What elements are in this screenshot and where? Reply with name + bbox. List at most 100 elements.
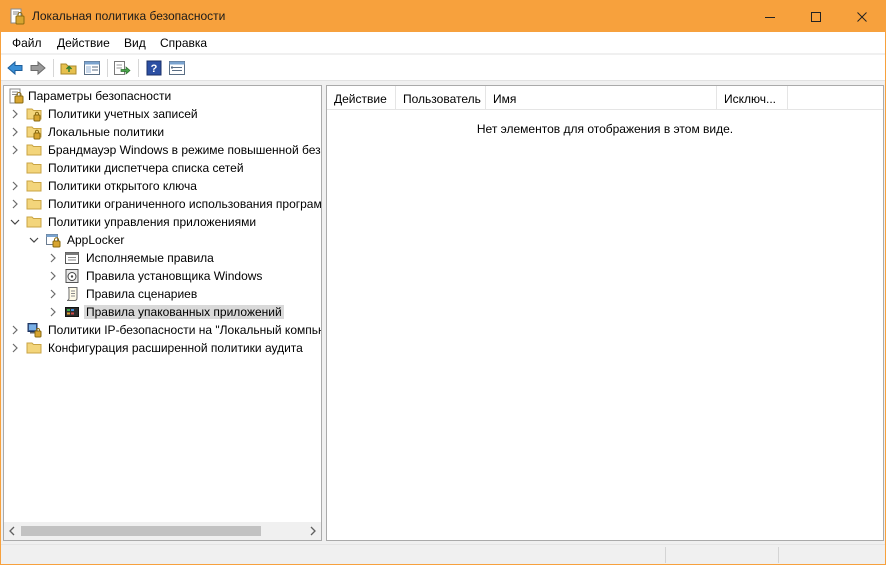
up-folder-icon	[60, 63, 77, 75]
chevron-right-icon[interactable]	[10, 108, 20, 120]
back-icon	[7, 60, 23, 76]
column-header-action[interactable]: Действие	[327, 86, 396, 110]
console-tree: Параметры безопасности Политики учетных …	[4, 86, 321, 522]
tree-item-label: Политики открытого ключа	[48, 179, 197, 193]
maximize-button[interactable]	[793, 1, 839, 32]
up-folder-button[interactable]	[59, 58, 79, 78]
status-divider	[778, 547, 779, 563]
help-button[interactable]: ?	[144, 58, 164, 78]
tree-item-account-policies[interactable]: Политики учетных записей	[4, 105, 321, 123]
chevron-down-icon[interactable]	[29, 234, 39, 246]
tree-item-label: Брандмауэр Windows в режиме повышенной б…	[48, 143, 321, 157]
properties-button[interactable]	[167, 58, 187, 78]
tree-item-label: Правила упакованных приложений	[84, 305, 284, 319]
maximize-icon	[811, 11, 821, 22]
chevron-right-icon[interactable]	[10, 144, 20, 156]
tree-item-label: Политики учетных записей	[48, 107, 198, 121]
column-header-name[interactable]: Имя	[486, 86, 717, 110]
executable-rules-icon	[64, 250, 80, 266]
folder-icon	[26, 160, 42, 176]
tree-item-applocker[interactable]: AppLocker	[4, 231, 321, 249]
tree-item-software-restriction[interactable]: Политики ограниченного использования про…	[4, 195, 321, 213]
tree-item-label: Конфигурация расширенной политики аудита	[48, 341, 303, 355]
tree-item-network-list[interactable]: Политики диспетчера списка сетей	[4, 159, 321, 177]
chevron-right-icon[interactable]	[10, 126, 20, 138]
chevron-right-icon[interactable]	[48, 270, 58, 282]
ip-security-icon	[26, 322, 42, 338]
tree-item-executable-rules[interactable]: Исполняемые правила	[4, 249, 321, 267]
chevron-right-icon[interactable]	[10, 180, 20, 192]
chevron-right-icon[interactable]	[48, 252, 58, 264]
menu-bar: Файл Действие Вид Справка	[1, 32, 885, 54]
properties-icon	[169, 61, 185, 75]
tree-pane: Параметры безопасности Политики учетных …	[3, 85, 322, 541]
packaged-app-rules-icon	[64, 304, 80, 320]
security-settings-icon	[8, 88, 24, 104]
back-button[interactable]	[5, 58, 25, 78]
forward-icon	[30, 60, 46, 76]
tree-item-label: Политики IP-безопасности на "Локальный к…	[48, 323, 321, 337]
scroll-right-icon[interactable]	[306, 525, 320, 537]
tree-item-app-control[interactable]: Политики управления приложениями	[4, 213, 321, 231]
menu-view[interactable]: Вид	[124, 36, 146, 50]
tree-item-label: Правила сценариев	[86, 287, 198, 301]
tree-item-label: AppLocker	[67, 233, 125, 247]
svg-text:?: ?	[151, 63, 158, 75]
tree-item-local-policies[interactable]: Локальные политики	[4, 123, 321, 141]
tree-item-label: Исполняемые правила	[86, 251, 214, 265]
title-bar[interactable]: Локальная политика безопасности	[1, 1, 885, 32]
close-button[interactable]	[839, 1, 885, 32]
forward-button[interactable]	[28, 58, 48, 78]
status-bar	[1, 544, 885, 564]
tree-item-ip-security[interactable]: Политики IP-безопасности на "Локальный к…	[4, 321, 321, 339]
tree-item-label: Политики диспетчера списка сетей	[48, 161, 244, 175]
chevron-right-icon[interactable]	[48, 288, 58, 300]
tree-item-label: Правила установщика Windows	[86, 269, 263, 283]
tree-item-public-key[interactable]: Политики открытого ключа	[4, 177, 321, 195]
tree-item-label: Локальные политики	[48, 125, 165, 139]
applocker-icon	[45, 232, 61, 248]
menu-action[interactable]: Действие	[57, 36, 110, 50]
menu-help[interactable]: Справка	[160, 36, 207, 50]
locked-folder-icon	[26, 124, 42, 140]
tree-item-label: Параметры безопасности	[28, 89, 172, 103]
column-header-exceptions[interactable]: Исключ...	[717, 86, 788, 110]
folder-icon	[26, 142, 42, 158]
show-hide-tree-icon	[84, 61, 100, 75]
tree-item-packaged-app-rules[interactable]: Правила упакованных приложений	[4, 303, 321, 321]
app-window: Локальная политика безопасности Файл Дей…	[0, 0, 886, 565]
chevron-right-icon[interactable]	[10, 198, 20, 210]
tree-item-label: Политики управления приложениями	[48, 215, 257, 229]
tree-item-label: Политики ограниченного использования про…	[48, 197, 321, 211]
scrollbar-thumb[interactable]	[21, 526, 261, 536]
horizontal-scrollbar[interactable]	[4, 522, 321, 540]
minimize-icon	[765, 16, 775, 18]
results-pane: Действие Пользователь Имя Исключ... Нет …	[326, 85, 884, 541]
script-rules-icon	[64, 286, 80, 302]
tree-item-advanced-audit[interactable]: Конфигурация расширенной политики аудита	[4, 339, 321, 357]
column-header-user[interactable]: Пользователь	[396, 86, 486, 110]
minimize-button[interactable]	[747, 1, 793, 32]
export-list-button[interactable]	[112, 58, 132, 78]
folder-icon	[26, 178, 42, 194]
export-list-icon	[114, 61, 131, 75]
folder-icon	[26, 340, 42, 356]
scroll-left-icon[interactable]	[5, 525, 19, 537]
tree-item-installer-rules[interactable]: Правила установщика Windows	[4, 267, 321, 285]
locked-folder-icon	[26, 106, 42, 122]
chevron-down-icon[interactable]	[10, 216, 20, 228]
toolbar: ?	[1, 55, 885, 81]
folder-icon	[26, 214, 42, 230]
help-icon: ?	[146, 60, 162, 76]
chevron-right-icon[interactable]	[10, 324, 20, 336]
security-policy-icon	[9, 8, 25, 25]
tree-root[interactable]: Параметры безопасности	[4, 87, 321, 105]
close-icon	[857, 11, 867, 22]
tree-item-firewall[interactable]: Брандмауэр Windows в режиме повышенной б…	[4, 141, 321, 159]
chevron-right-icon[interactable]	[48, 306, 58, 318]
show-hide-tree-button[interactable]	[82, 58, 102, 78]
list-header: Действие Пользователь Имя Исключ...	[327, 86, 883, 110]
chevron-right-icon[interactable]	[10, 342, 20, 354]
menu-file[interactable]: Файл	[12, 36, 42, 50]
tree-item-script-rules[interactable]: Правила сценариев	[4, 285, 321, 303]
